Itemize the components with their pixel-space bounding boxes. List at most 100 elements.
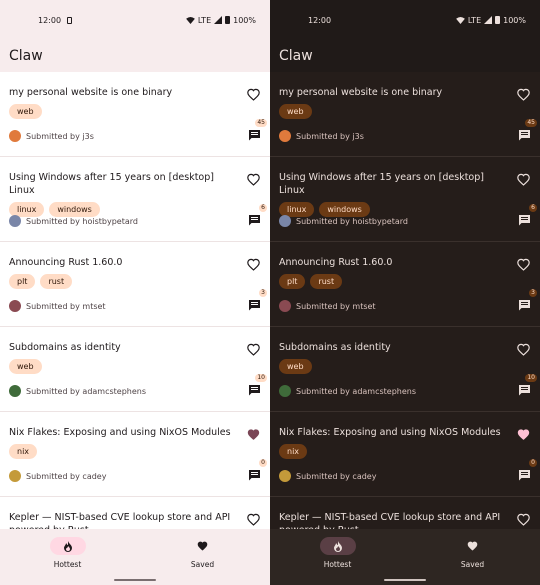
submitter-row[interactable]: Submitted by j3s — [9, 130, 94, 142]
comments-button[interactable]: 45 — [518, 119, 537, 141]
story-item[interactable]: my personal website is one binary web Subm… — [0, 72, 270, 157]
nav-hottest-label: Hottest — [323, 560, 352, 569]
wifi-icon — [185, 16, 195, 24]
comments-button[interactable]: 3 — [248, 289, 267, 311]
submitter-text: Submitted by adamcstephens — [296, 386, 417, 396]
comments-button[interactable]: 45 — [248, 119, 267, 141]
submitter-row[interactable]: Submitted by adamcstephens — [279, 385, 416, 397]
tag-chip[interactable]: plt — [9, 274, 36, 289]
story-title[interactable]: my personal website is one binary — [279, 86, 504, 99]
story-title[interactable]: Subdomains as identity — [279, 341, 504, 354]
comment-count-badge: 6 — [529, 204, 537, 212]
story-item[interactable]: Kepler — NIST-based CVE lookup store and… — [270, 497, 540, 529]
comments-button[interactable]: 10 — [248, 374, 267, 396]
story-title[interactable]: Kepler — NIST-based CVE lookup store and… — [9, 511, 234, 529]
nav-saved[interactable]: Saved — [405, 529, 540, 585]
submitter-row[interactable]: Submitted by cadey — [9, 470, 106, 482]
story-item[interactable]: Using Windows after 15 years on [desktop… — [270, 157, 540, 242]
tag-chip[interactable]: web — [9, 104, 42, 119]
story-title[interactable]: Announcing Rust 1.60.0 — [279, 256, 504, 269]
tag-chip[interactable]: nix — [279, 444, 308, 459]
battery-icon — [225, 16, 231, 24]
comments-button[interactable]: 6 — [248, 204, 267, 226]
submitter-row[interactable]: Submitted by mtset — [279, 300, 376, 312]
avatar — [9, 130, 21, 142]
story-title[interactable]: my personal website is one binary — [9, 86, 234, 99]
comment-icon — [249, 470, 260, 481]
story-item[interactable]: Announcing Rust 1.60.0 plt rust Submitted b… — [0, 242, 270, 327]
tag-chip[interactable]: web — [279, 359, 312, 374]
gesture-bar[interactable] — [384, 579, 426, 581]
story-item[interactable]: Announcing Rust 1.60.0 plt rust Submitted b… — [270, 242, 540, 327]
status-time: 12:00 — [308, 15, 332, 25]
avatar — [9, 470, 21, 482]
story-item[interactable]: Subdomains as identity web Submitted by ad… — [0, 327, 270, 412]
submitter-row[interactable]: Submitted by hoistbypetard — [9, 215, 138, 227]
heart-outline-icon[interactable] — [247, 343, 260, 356]
comment-icon — [249, 300, 260, 311]
heart-outline-icon[interactable] — [517, 343, 530, 356]
flame-icon — [63, 540, 72, 552]
heart-outline-icon[interactable] — [247, 513, 260, 526]
story-title[interactable]: Using Windows after 15 years on [desktop… — [279, 171, 504, 197]
gesture-bar[interactable] — [114, 579, 156, 581]
story-feed[interactable]: my personal website is one binary web Subm… — [0, 72, 270, 529]
comments-button[interactable]: 0 — [248, 459, 267, 481]
comments-button[interactable]: 6 — [518, 204, 537, 226]
story-item[interactable]: my personal website is one binary web Subm… — [270, 72, 540, 157]
story-item[interactable]: Nix Flakes: Exposing and using NixOS Mod… — [0, 412, 270, 497]
comment-count-badge: 10 — [525, 374, 537, 382]
story-title[interactable]: Using Windows after 15 years on [desktop… — [9, 171, 234, 197]
story-feed[interactable]: my personal website is one binary web Subm… — [270, 72, 540, 529]
heart-outline-icon[interactable] — [247, 173, 260, 186]
tag-chip[interactable]: plt — [279, 274, 306, 289]
story-title[interactable]: Kepler — NIST-based CVE lookup store and… — [279, 511, 504, 529]
story-title[interactable]: Nix Flakes: Exposing and using NixOS Mod… — [9, 426, 234, 439]
comments-button[interactable]: 0 — [518, 459, 537, 481]
story-title[interactable]: Nix Flakes: Exposing and using NixOS Mod… — [279, 426, 504, 439]
story-title[interactable]: Subdomains as identity — [9, 341, 234, 354]
submitter-row[interactable]: Submitted by hoistbypetard — [279, 215, 408, 227]
heart-outline-icon[interactable] — [517, 173, 530, 186]
heart-outline-icon[interactable] — [517, 258, 530, 271]
comment-icon — [519, 470, 530, 481]
saved-heart-icon[interactable] — [517, 428, 530, 441]
submitter-text: Submitted by mtset — [296, 301, 376, 311]
comments-button[interactable]: 3 — [518, 289, 537, 311]
comment-count-badge: 0 — [259, 459, 267, 467]
avatar — [279, 130, 291, 142]
heart-outline-icon[interactable] — [247, 258, 260, 271]
story-title[interactable]: Announcing Rust 1.60.0 — [9, 256, 234, 269]
comment-count-badge: 10 — [255, 374, 267, 382]
submitter-row[interactable]: Submitted by mtset — [9, 300, 106, 312]
submitter-row[interactable]: Submitted by j3s — [279, 130, 364, 142]
tag-chip[interactable]: rust — [40, 274, 73, 289]
submitter-text: Submitted by j3s — [26, 131, 94, 141]
nav-saved[interactable]: Saved — [135, 529, 270, 585]
comment-icon — [519, 300, 530, 311]
story-tags: web — [279, 359, 531, 375]
submitter-row[interactable]: Submitted by adamcstephens — [9, 385, 146, 397]
tag-chip[interactable]: nix — [9, 444, 38, 459]
status-bar: 12:00 LTE 100% — [270, 0, 540, 40]
story-item[interactable]: Nix Flakes: Exposing and using NixOS Mod… — [270, 412, 540, 497]
heart-outline-icon[interactable] — [517, 513, 530, 526]
tag-chip[interactable]: web — [279, 104, 312, 119]
comment-count-badge: 3 — [259, 289, 267, 297]
comment-icon — [249, 130, 260, 141]
heart-outline-icon[interactable] — [247, 88, 260, 101]
story-item[interactable]: Subdomains as identity web Submitted by ad… — [270, 327, 540, 412]
submitter-row[interactable]: Submitted by cadey — [279, 470, 376, 482]
story-item[interactable]: Using Windows after 15 years on [desktop… — [0, 157, 270, 242]
saved-heart-icon[interactable] — [247, 428, 260, 441]
comments-button[interactable]: 10 — [518, 374, 537, 396]
story-item[interactable]: Kepler — NIST-based CVE lookup store and… — [0, 497, 270, 529]
story-tags: web — [9, 104, 261, 120]
nav-hottest[interactable]: Hottest — [270, 529, 405, 585]
nav-hottest[interactable]: Hottest — [0, 529, 135, 585]
heart-outline-icon[interactable] — [517, 88, 530, 101]
tag-chip[interactable]: rust — [310, 274, 343, 289]
nav-saved-indicator — [185, 537, 221, 555]
tag-chip[interactable]: web — [9, 359, 42, 374]
nav-saved-label: Saved — [190, 560, 215, 569]
